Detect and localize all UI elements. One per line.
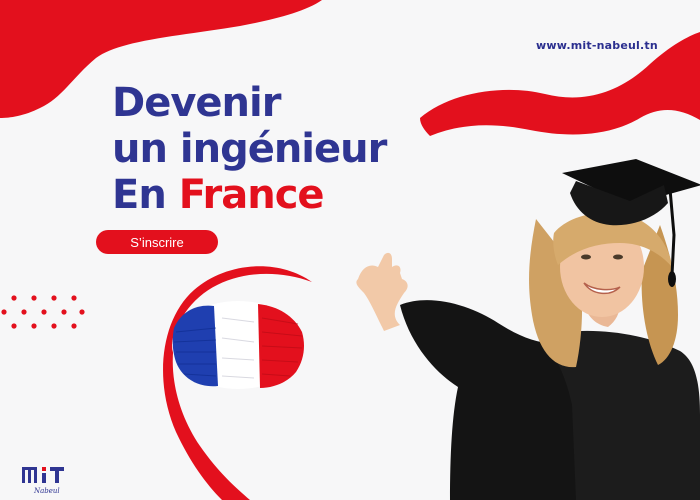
register-button[interactable]: S’inscrire [96, 230, 218, 254]
promo-banner: www.mit-nabeul.tn Devenir un ingénieur E… [0, 0, 700, 500]
graduate-illustration [356, 159, 700, 500]
logo-sub-text: Nabeul [33, 487, 60, 495]
decorative-dots-icon [1, 295, 85, 329]
website-url[interactable]: www.mit-nabeul.tn [536, 39, 658, 52]
headline-accent-word: France [178, 172, 325, 218]
headline-line-1: Devenir [112, 80, 281, 126]
mit-logo-icon: Nabeul [22, 467, 64, 495]
headline-line-3-prefix: En [112, 172, 167, 218]
france-flag-icon [172, 301, 304, 389]
